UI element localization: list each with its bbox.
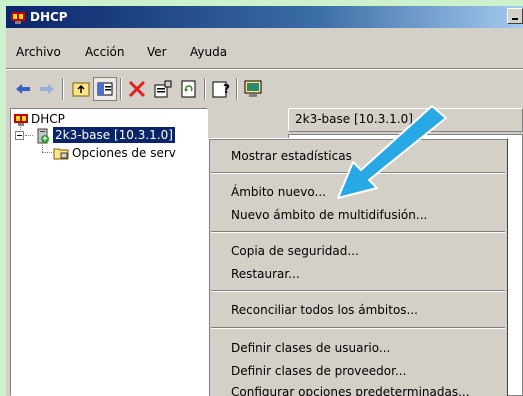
menu-bar: Archivo Acción Ver Ayuda [6,28,523,69]
menu-ver[interactable]: Ver [147,44,167,60]
right-panel-title: 2k3-base [10.3.1.0] [295,112,413,126]
menu-restaurar[interactable]: Restaurar... [231,266,300,282]
toolbar-separator [62,78,64,100]
menu-archivo[interactable]: Archivo [16,44,61,60]
right-panel-header: 2k3-base [10.3.1.0] [288,108,523,132]
tree-options-node[interactable]: Opciones de serv [72,145,176,161]
back-icon[interactable] [12,78,34,100]
server-icon [37,128,49,144]
tree-line [25,135,33,136]
forward-icon[interactable] [36,78,58,100]
tree-pane[interactable]: DHCP 2k3-base [10.3.1.0] Opciones de ser… [10,108,208,396]
menu-mostrar-estadisticas[interactable]: Mostrar estadísticas [231,148,352,164]
menu-separator [211,231,505,233]
tree-root-label: DHCP [31,112,65,126]
context-menu: Mostrar estadísticas Ámbito nuevo... Nue… [208,138,508,396]
mmc-window: DHCP Archivo Acción Ver Ayuda ? DHCP 2k3… [0,0,523,396]
menu-separator [211,172,505,174]
toolbar-separator [204,78,206,100]
menu-nuevo-ambito-multidifusion[interactable]: Nuevo ámbito de multidifusión... [231,207,427,223]
folder-options-icon [53,148,69,160]
menu-configurar-opciones[interactable]: Configurar opciones predeterminadas... [231,384,470,396]
up-folder-icon[interactable] [70,78,92,100]
toolbar: ? [6,69,523,107]
tree-line [42,145,43,152]
menu-copia-seguridad[interactable]: Copia de seguridad... [231,243,359,259]
menu-reconciliar-ambitos[interactable]: Reconciliar todos los ámbitos... [231,302,418,318]
tree-line [42,152,52,153]
menu-accion[interactable]: Acción [85,44,124,60]
help-icon[interactable]: ? [210,78,232,100]
menu-ambito-nuevo[interactable]: Ámbito nuevo... [231,184,326,200]
dhcp-app-icon [11,12,25,24]
svg-text:?: ? [223,82,230,96]
console-icon[interactable] [242,78,264,100]
properties-icon[interactable] [152,78,174,100]
menu-separator [211,290,505,292]
window-title: DHCP [30,10,68,24]
show-hide-tree-icon[interactable] [93,77,117,101]
menu-definir-clases-usuario[interactable]: Definir clases de usuario... [231,340,390,356]
menu-separator [211,327,505,329]
minimize-button[interactable] [507,8,523,24]
tree-server-node[interactable]: 2k3-base [10.3.1.0] [53,127,175,143]
dhcp-icon [14,114,28,126]
toolbar-separator [120,78,122,100]
toolbar-separator [236,78,238,100]
menu-ayuda[interactable]: Ayuda [190,44,227,60]
menu-definir-clases-proveedor[interactable]: Definir clases de proveedor... [231,363,406,379]
title-bar[interactable]: DHCP [6,6,523,28]
refresh-icon[interactable] [178,78,200,100]
collapse-toggle[interactable] [15,131,24,140]
delete-icon[interactable] [126,78,148,100]
